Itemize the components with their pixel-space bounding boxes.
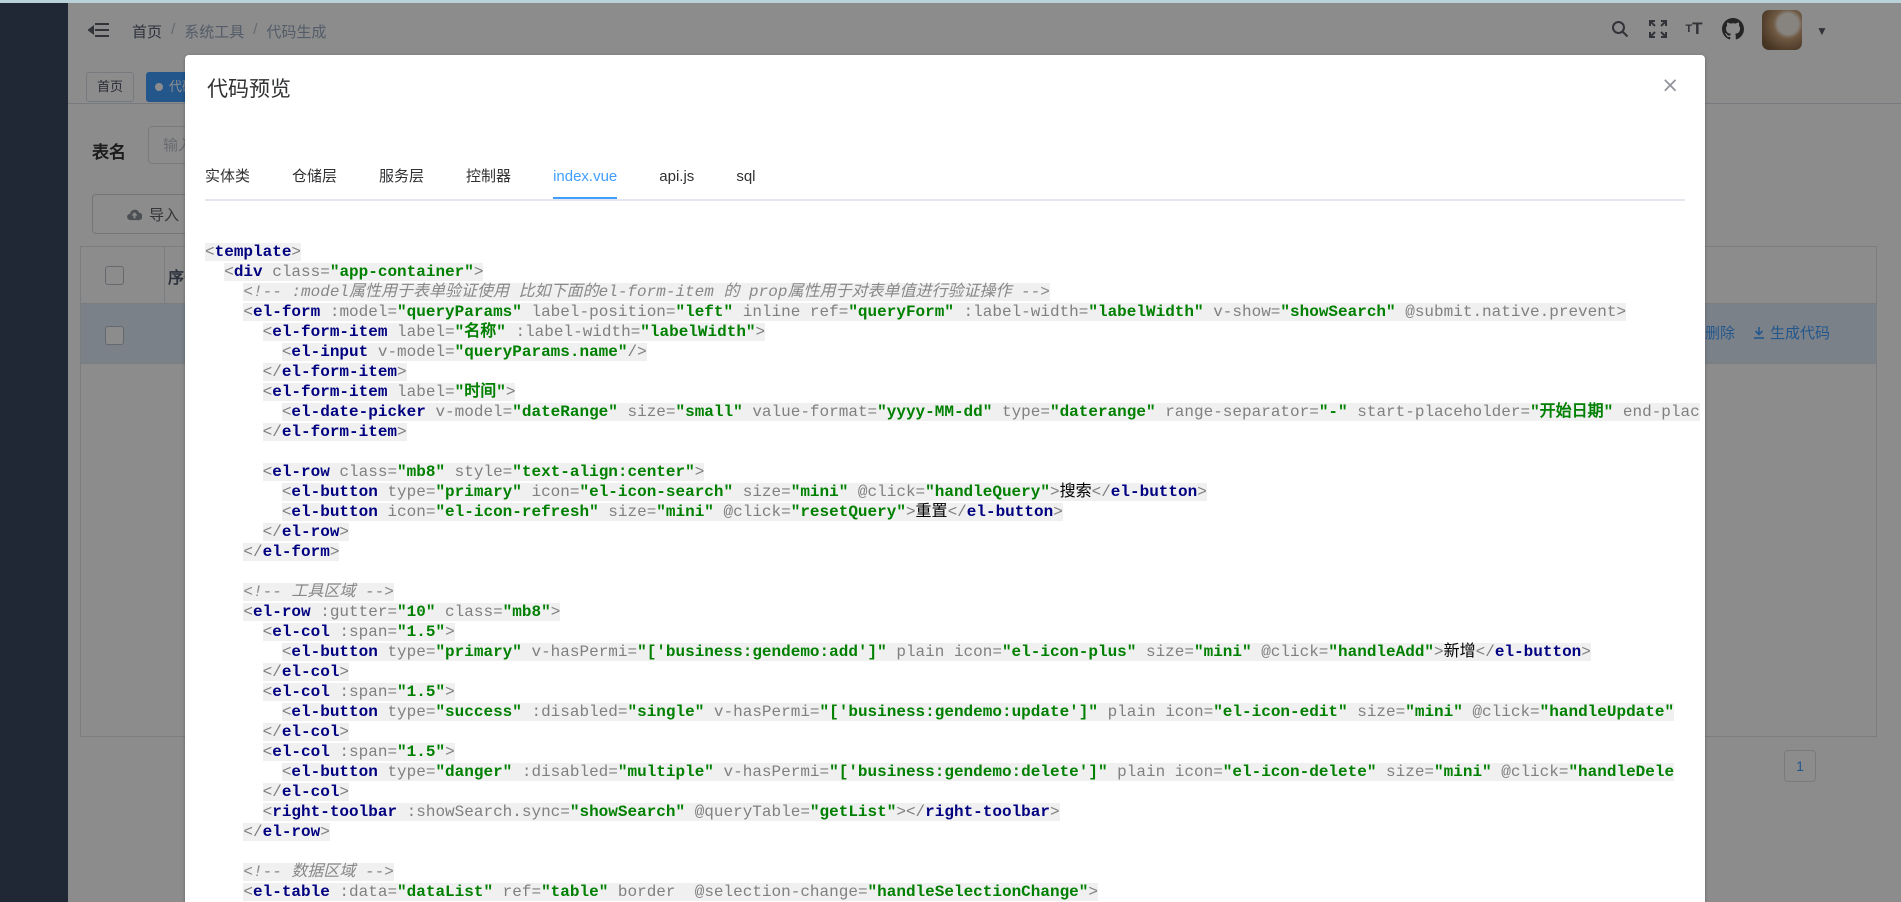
tab-api.js[interactable]: api.js [659,157,694,199]
code-line: </el-col> [205,722,1705,742]
code-line: <el-button type="danger" :disabled="mult… [205,762,1705,782]
code-line: <el-button type="success" :disabled="sin… [205,702,1705,722]
code-line: </el-row> [205,822,1705,842]
code-line: <el-button icon="el-icon-refresh" size="… [205,502,1705,522]
dialog-tabs: 实体类仓储层服务层控制器 index.vue api.js sql [205,157,1685,201]
close-icon[interactable]: × [1661,73,1679,97]
code-line: </el-form-item> [205,362,1705,382]
code-line: <el-row class="mb8" style="text-align:ce… [205,462,1705,482]
code-line: <!-- 工具区域 --> [205,582,1705,602]
app-root: { "colors": { "accent": "#409eff", "side… [0,0,1901,902]
code-line: <el-form-item label="时间"> [205,382,1705,402]
code-line: <el-input v-model="queryParams.name"/> [205,342,1705,362]
code-preview-dialog: 代码预览 × 实体类仓储层服务层控制器 index.vue api.js sql <t… [185,55,1705,902]
code-line: <!-- 数据区域 --> [205,862,1705,882]
code-line: <!-- :model属性用于表单验证使用 比如下面的el-form-item … [205,282,1705,302]
code-line: </el-row> [205,522,1705,542]
top-progress-strip [0,0,1901,3]
tab-sql[interactable]: sql [736,157,755,199]
tab-实体类[interactable]: 实体类 [205,157,250,199]
code-line: <el-form-item label="名称" :label-width="l… [205,322,1705,342]
code-line: <div class="app-container"> [205,262,1705,282]
code-line: <el-date-picker v-model="dateRange" size… [205,402,1705,422]
code-line: <el-form :model="queryParams" label-posi… [205,302,1705,322]
tab-index.vue[interactable]: index.vue [553,157,617,199]
code-line: </el-form-item> [205,422,1705,442]
code-line: </el-col> [205,662,1705,682]
dialog-title: 代码预览 [207,73,291,103]
code-line: </el-col> [205,782,1705,802]
code-line: <el-col :span="1.5"> [205,682,1705,702]
code-block[interactable]: <template> <div class="app-container"> <… [205,242,1705,902]
code-line [205,442,1705,462]
code-line: <el-table :data="dataList" ref="table" b… [205,882,1705,902]
code-line: <el-button type="primary" v-hasPermi="['… [205,642,1705,662]
tab-服务层[interactable]: 服务层 [379,157,424,199]
tab-控制器[interactable]: 控制器 [466,157,511,199]
code-line [205,562,1705,582]
code-line: <el-row :gutter="10" class="mb8"> [205,602,1705,622]
code-line: <el-col :span="1.5"> [205,742,1705,762]
code-line: </el-form> [205,542,1705,562]
tab-仓储层[interactable]: 仓储层 [292,157,337,199]
code-line: <el-col :span="1.5"> [205,622,1705,642]
code-line: <template> [205,242,1705,262]
code-line: <el-button type="primary" icon="el-icon-… [205,482,1705,502]
code-line: <right-toolbar :showSearch.sync="showSea… [205,802,1705,822]
code-line [205,842,1705,862]
